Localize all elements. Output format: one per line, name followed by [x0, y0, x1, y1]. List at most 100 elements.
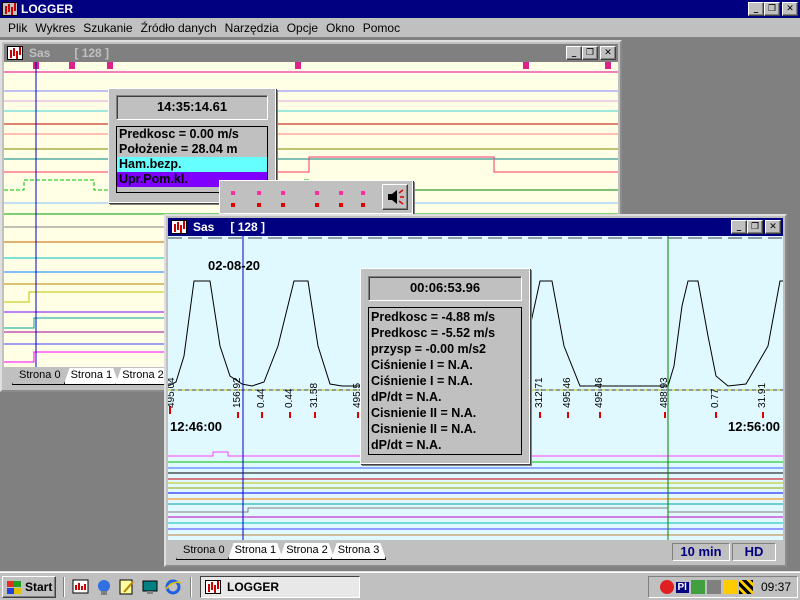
- start-label: Start: [25, 580, 53, 594]
- window2-interval-status[interactable]: 10 min: [672, 543, 730, 561]
- window2-tab-strona-0[interactable]: Strona 0: [176, 543, 232, 560]
- tray-monitor-icon[interactable]: [706, 580, 721, 594]
- speaker-icon[interactable]: [382, 184, 408, 210]
- quicklaunch-internet-explorer-icon[interactable]: [164, 578, 182, 596]
- window1-tab-strip: Strona 0 Strona 1 Strona 2: [12, 368, 167, 386]
- menu-zrodlo-danych[interactable]: Źródło danych: [137, 21, 221, 35]
- menu-pomoc[interactable]: Pomoc: [359, 21, 404, 35]
- menu-szukanie[interactable]: Szukanie: [79, 21, 136, 35]
- window2-tab-strona-3[interactable]: Strona 3: [331, 543, 387, 560]
- window1-tab-strona-0[interactable]: Strona 0: [12, 368, 68, 385]
- window2-date-label: 02-08-20: [208, 258, 261, 273]
- window2-maximize-button[interactable]: ❐: [747, 220, 763, 234]
- tray-clock[interactable]: 09:37: [761, 580, 791, 594]
- tick-label: 31.91: [757, 383, 768, 408]
- tray-alert-icon[interactable]: [659, 580, 674, 594]
- event-marker: [295, 62, 301, 69]
- window2-tab-strip: Strona 0 Strona 1 Strona 2 Strona 3: [176, 543, 382, 561]
- window1-tab-strona-1[interactable]: Strona 1: [64, 368, 120, 385]
- window2-time-right: 12:56:00: [728, 419, 781, 434]
- window2-cursor-time: 00:06:53.96: [368, 276, 522, 301]
- app-close-button[interactable]: ✕: [782, 2, 798, 16]
- quicklaunch-notepad-icon[interactable]: [118, 578, 136, 596]
- menu-narzedzia[interactable]: Narzędzia: [221, 21, 283, 35]
- tray-network-icon[interactable]: [690, 580, 705, 594]
- window1-tab-strona-2[interactable]: Strona 2: [115, 368, 171, 385]
- taskbar-logger-button[interactable]: LOGGER: [200, 576, 360, 598]
- window2-close-button[interactable]: ✕: [765, 220, 781, 234]
- window1-cursor-time: 14:35:14.61: [116, 95, 268, 120]
- window1-title-bar[interactable]: Sas [ 128 ] _ ❐ ✕: [4, 44, 618, 62]
- window2-minimize-button[interactable]: _: [731, 220, 747, 234]
- window2-speed-2: Predkosc = -5.52 m/s: [371, 326, 496, 340]
- tick-label: 156.92: [232, 377, 243, 408]
- event-marker: [107, 62, 113, 69]
- event-marker: [605, 62, 611, 69]
- window2-pressure-i-b: Ciśnienie I = N.A.: [371, 374, 473, 388]
- chart-window-icon[interactable]: [171, 220, 187, 234]
- menu-wykres[interactable]: Wykres: [31, 21, 79, 35]
- start-button[interactable]: Start: [2, 576, 56, 598]
- menu-bar: Plik Wykres Szukanie Źródło danych Narzę…: [0, 18, 800, 38]
- window1-maximize-button[interactable]: ❐: [582, 46, 598, 60]
- quicklaunch-network-icon[interactable]: [95, 578, 113, 596]
- menu-plik[interactable]: Plik: [4, 21, 31, 35]
- event-marker: [69, 62, 75, 69]
- window2-pressure-i-a: Ciśnienie I = N.A.: [371, 358, 473, 372]
- tick-label: 312.71: [534, 377, 545, 408]
- menu-opcje[interactable]: Opcje: [283, 21, 322, 35]
- window2-title: Sas: [193, 220, 215, 234]
- tick-label: 495.04: [168, 377, 177, 408]
- tick-label: 495.46: [562, 377, 573, 408]
- window2-cursor-info-panel[interactable]: 00:06:53.96 Predkosc = -4.88 m/s Predkos…: [360, 268, 530, 464]
- window2-title-bar[interactable]: Sas [ 128 ] _ ❐ ✕: [168, 218, 783, 236]
- logger-app-icon[interactable]: [2, 2, 18, 16]
- tick-label: 0.44: [284, 388, 295, 408]
- tray-language-indicator[interactable]: Pl: [675, 581, 689, 593]
- window2-tab-strona-1[interactable]: Strona 1: [228, 543, 284, 560]
- tick-label: 0.77: [710, 388, 721, 408]
- tick-label: 495.46: [594, 377, 605, 408]
- window2-dpdt-2: dP/dt = N.A.: [371, 438, 442, 452]
- quicklaunch-desktop-icon[interactable]: [141, 578, 159, 596]
- quicklaunch-logger-icon[interactable]: [72, 578, 90, 596]
- window2-pressure-ii-a: Cisnienie II = N.A.: [371, 406, 477, 420]
- indicator-dots: [231, 191, 365, 207]
- window2-acceleration: przysp = -0.00 m/s2: [371, 342, 486, 356]
- tray-task-scheduler-icon[interactable]: [738, 580, 753, 594]
- window2-mode-status[interactable]: HD: [732, 543, 776, 561]
- window1-count: [ 128 ]: [74, 46, 110, 60]
- event-marker: [523, 62, 529, 69]
- window2-cursor-values: Predkosc = -4.88 m/s Predkosc = -5.52 m/…: [368, 307, 522, 455]
- taskbar-divider: [190, 577, 192, 597]
- tick-label: 0.44: [256, 388, 267, 408]
- app-minimize-button[interactable]: _: [748, 2, 764, 16]
- window1-position-value: Położenie = 28.04 m: [119, 142, 238, 156]
- menu-okno[interactable]: Okno: [322, 21, 359, 35]
- tick-label: 31.58: [309, 383, 320, 408]
- window2-count: [ 128 ]: [230, 220, 266, 234]
- taskbar: Start LOGGER Pl 09:37: [0, 572, 800, 600]
- system-tray: Pl 09:37: [648, 576, 798, 598]
- indicator-panel[interactable]: [219, 180, 413, 214]
- window2-speed-1: Predkosc = -4.88 m/s: [371, 310, 496, 324]
- chart-window-icon[interactable]: [7, 46, 23, 60]
- window2-dpdt-1: dP/dt = N.A.: [371, 390, 442, 404]
- window2-time-left: 12:46:00: [170, 419, 223, 434]
- window2-tab-strona-2[interactable]: Strona 2: [279, 543, 335, 560]
- window1-minimize-button[interactable]: _: [566, 46, 582, 60]
- app-title-bar[interactable]: LOGGER _ ❐ ✕: [0, 0, 800, 18]
- window1-channel-ham-bezp: Ham.bezp.: [117, 157, 267, 172]
- app-restore-button[interactable]: ❐: [764, 2, 780, 16]
- taskbar-logger-label: LOGGER: [227, 580, 280, 594]
- tick-label: 488.93: [659, 377, 670, 408]
- window1-speed-value: Predkosc = 0.00 m/s: [119, 127, 239, 141]
- app-title: LOGGER: [21, 2, 74, 16]
- window1-close-button[interactable]: ✕: [600, 46, 616, 60]
- window1-title: Sas: [29, 46, 51, 60]
- taskbar-divider: [63, 577, 65, 597]
- window2-pressure-ii-b: Cisnienie II = N.A.: [371, 422, 477, 436]
- windows-logo-icon: [6, 580, 22, 594]
- logger-task-icon: [205, 580, 221, 594]
- tray-speaker-icon[interactable]: [722, 580, 737, 594]
